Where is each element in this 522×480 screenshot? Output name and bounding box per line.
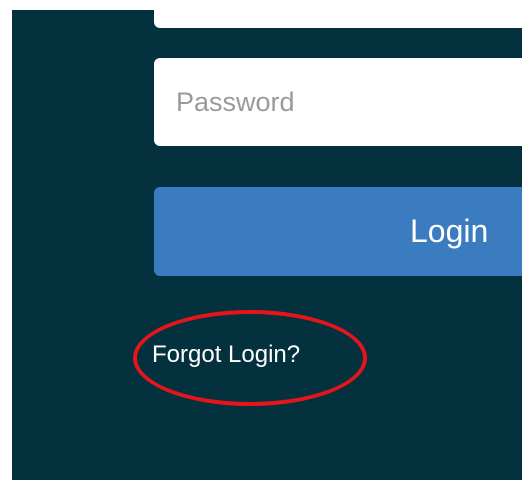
login-button[interactable]: Login [154, 187, 522, 276]
login-panel: Login Forgot Login? [12, 10, 522, 480]
username-input[interactable] [154, 10, 522, 28]
forgot-login-link[interactable]: Forgot Login? [152, 341, 300, 369]
password-input[interactable] [154, 58, 522, 146]
